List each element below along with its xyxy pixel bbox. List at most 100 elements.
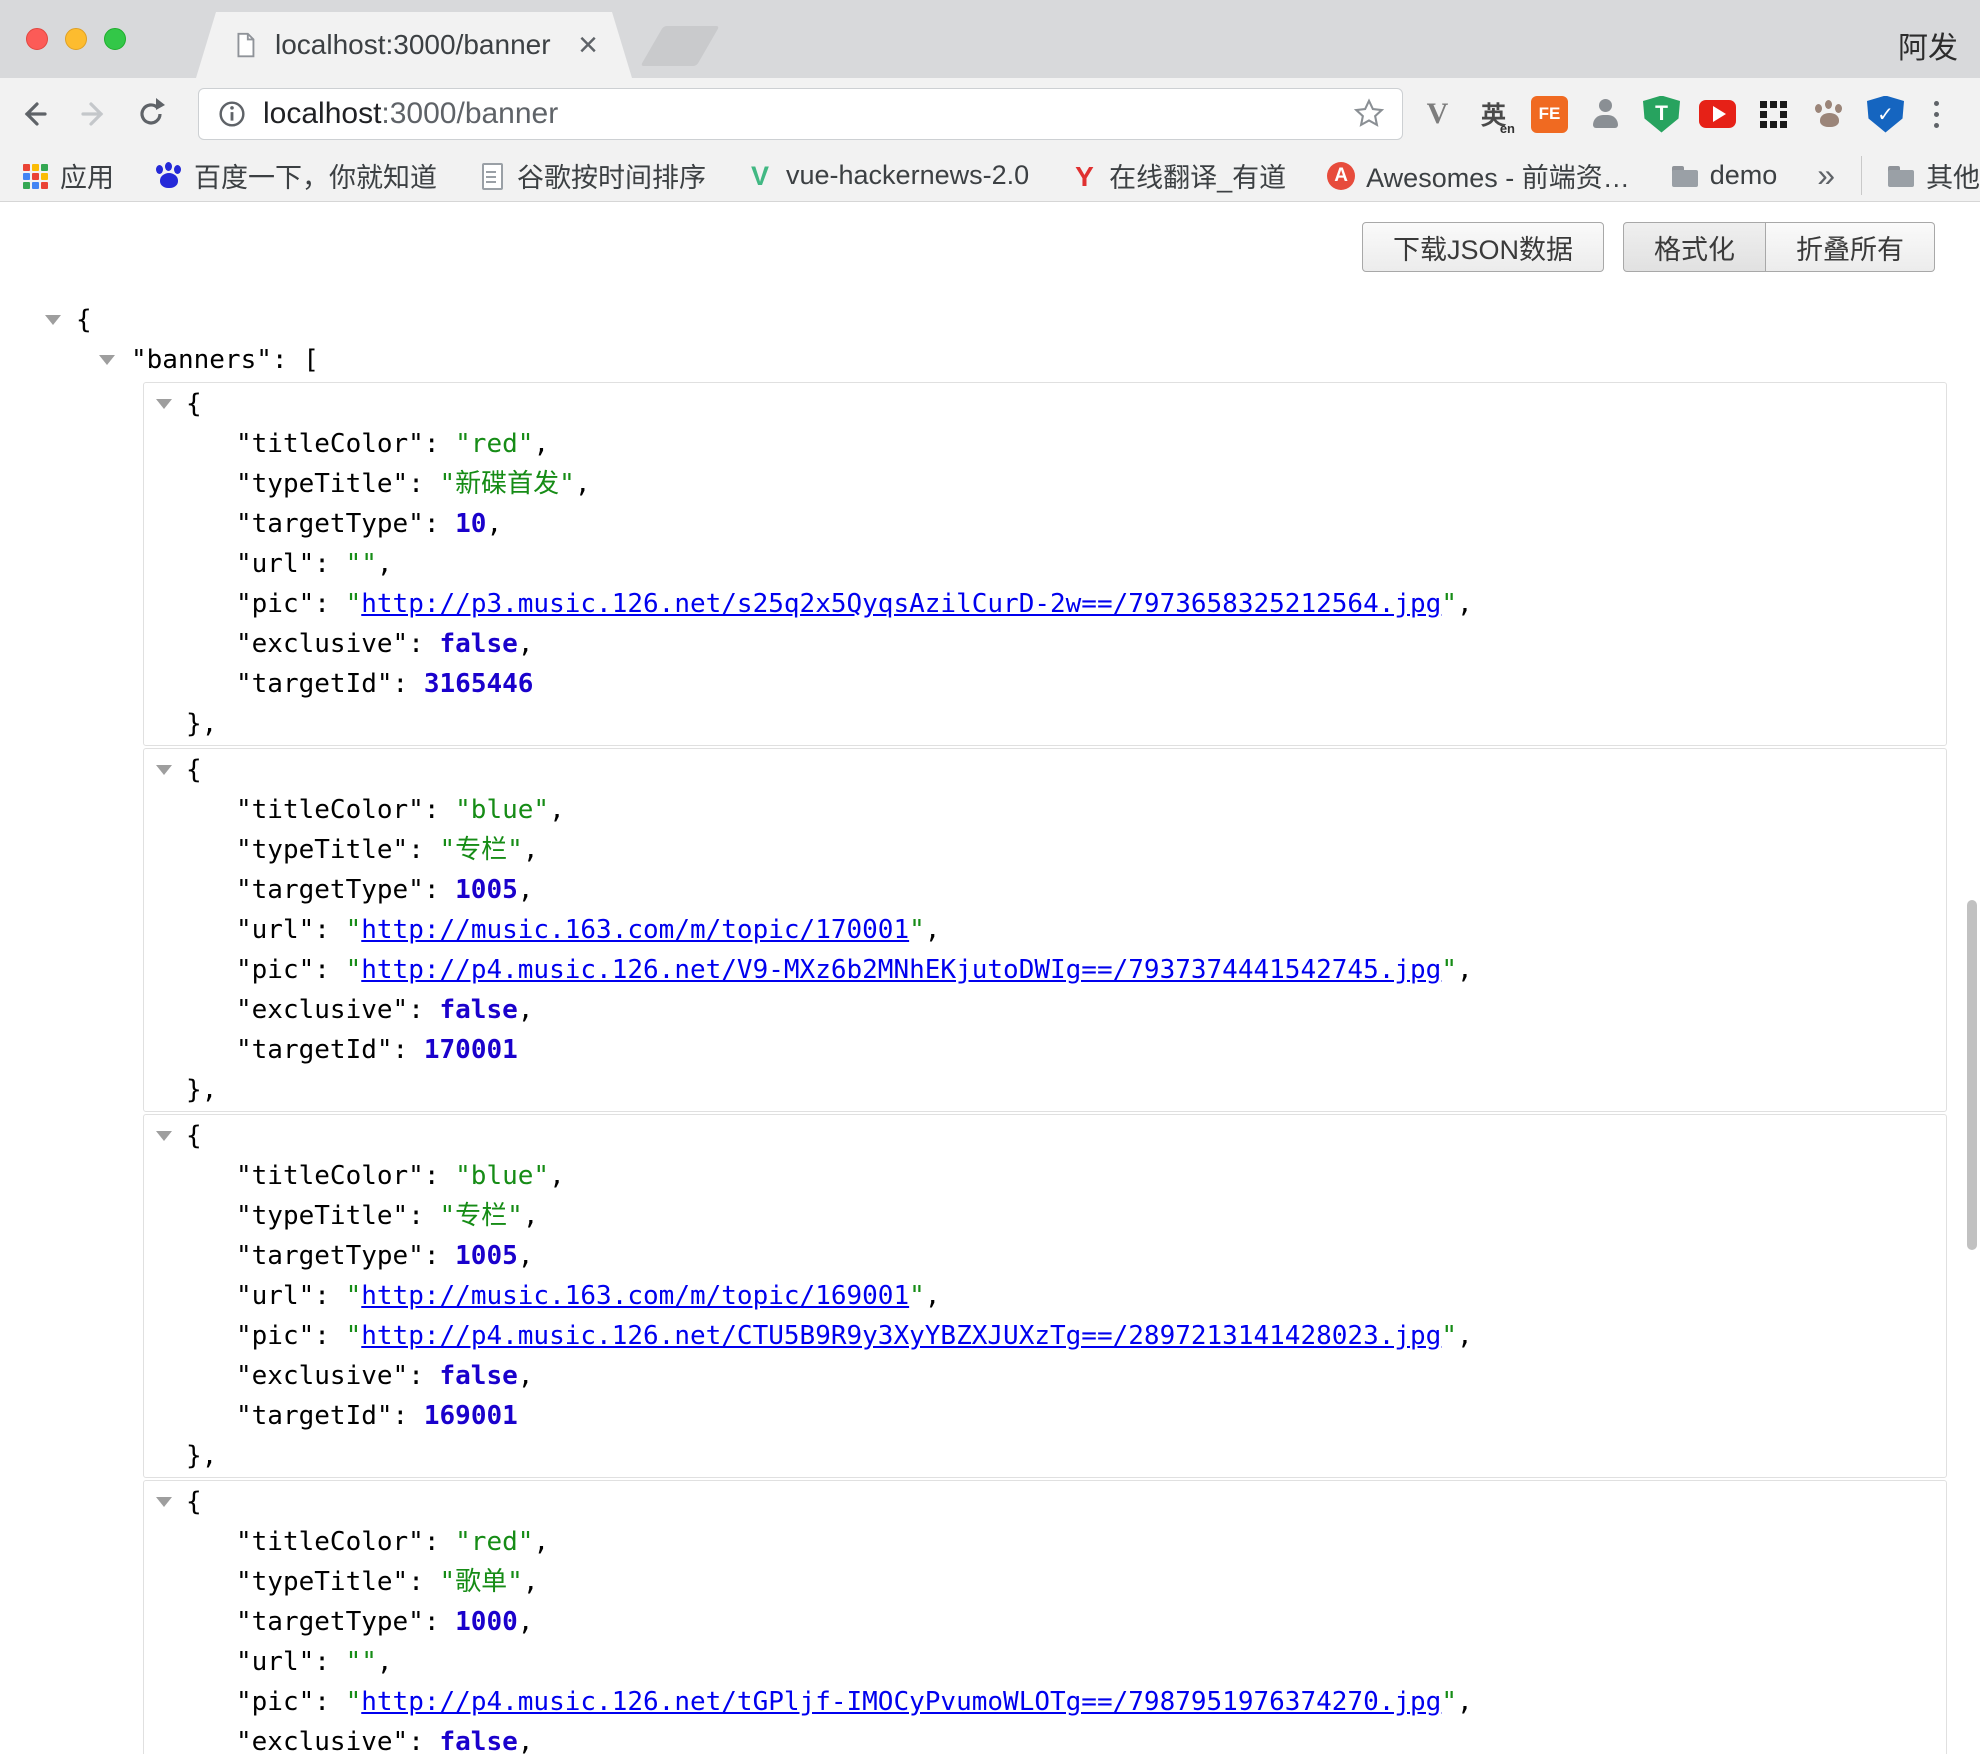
- json-url-link[interactable]: http://p4.music.126.net/CTU5B9R9y3XyYBZX…: [361, 1321, 1441, 1351]
- vimium-icon[interactable]: [1419, 96, 1456, 133]
- window-zoom-button[interactable]: [104, 28, 126, 50]
- json-punctuation: ,: [1457, 955, 1473, 985]
- json-key: "targetId": [236, 669, 393, 699]
- json-punctuation: :: [393, 669, 424, 699]
- new-tab-button[interactable]: [640, 26, 719, 66]
- bookmark-item[interactable]: 谷歌按时间排序: [477, 156, 706, 195]
- download-json-button[interactable]: 下载JSON数据: [1362, 222, 1604, 272]
- json-punctuation: :: [314, 1321, 345, 1351]
- en-translate-icon[interactable]: [1475, 96, 1512, 133]
- collapse-toggle-icon[interactable]: [45, 315, 61, 325]
- collapse-toggle-icon[interactable]: [156, 399, 172, 409]
- json-field-row: "typeTitle": "歌单",: [144, 1562, 1946, 1602]
- collapse-toggle-icon[interactable]: [156, 765, 172, 775]
- json-punctuation: :: [424, 1241, 455, 1271]
- json-url-link[interactable]: http://music.163.com/m/topic/169001: [361, 1281, 909, 1311]
- json-string-value: ": [1441, 1687, 1457, 1717]
- paw-icon[interactable]: [1811, 96, 1848, 133]
- reload-button[interactable]: [132, 95, 170, 133]
- window-close-button[interactable]: [26, 28, 48, 50]
- json-field-row: "targetId": 169001: [144, 1396, 1946, 1436]
- json-field-row: "targetType": 10,: [144, 504, 1946, 544]
- page-content: 下载JSON数据 格式化 折叠所有 {"banners": [{"titleCo…: [0, 202, 1980, 1754]
- json-punctuation: :: [393, 1035, 424, 1065]
- json-viewer-actions: 下载JSON数据 格式化 折叠所有: [1362, 222, 1935, 272]
- json-string-value: ": [346, 1321, 362, 1351]
- json-key: "titleColor": [236, 1527, 424, 1557]
- qrcode-icon[interactable]: [1755, 96, 1792, 133]
- json-key: "targetId": [236, 1401, 393, 1431]
- json-number-value: 10: [455, 509, 486, 539]
- json-punctuation: ,: [518, 629, 534, 659]
- bookmark-star-icon[interactable]: [1352, 97, 1386, 131]
- json-string-value: "blue": [455, 795, 549, 825]
- bookmark-item[interactable]: demo: [1670, 160, 1778, 191]
- back-button[interactable]: [16, 95, 54, 133]
- json-punctuation: :: [408, 1201, 439, 1231]
- bookmark-item[interactable]: vue-hackernews-2.0: [746, 160, 1029, 191]
- bookmark-item[interactable]: 在线翻译_有道: [1069, 156, 1286, 195]
- collapse-all-button[interactable]: 折叠所有: [1766, 222, 1935, 272]
- json-string-value: ": [346, 1281, 362, 1311]
- bookmark-item[interactable]: Awesomes - 前端资…: [1326, 156, 1630, 195]
- bookmark-item[interactable]: 应用: [20, 156, 114, 195]
- browser-tab[interactable]: localhost:3000/banner ×: [196, 12, 632, 78]
- bookmark-label: 应用: [60, 156, 114, 195]
- json-punctuation: :: [314, 955, 345, 985]
- collapse-toggle-icon[interactable]: [156, 1131, 172, 1141]
- json-boolean-value: false: [440, 1727, 518, 1754]
- json-key: "typeTitle": [236, 1201, 408, 1231]
- vertical-scrollbar-thumb[interactable]: [1967, 900, 1977, 1250]
- json-field-row: "exclusive": false,: [144, 1722, 1946, 1754]
- json-number-value: 1005: [455, 875, 518, 905]
- json-punctuation: },: [186, 709, 217, 739]
- json-punctuation: :: [314, 1647, 345, 1677]
- collapse-toggle-icon[interactable]: [156, 1497, 172, 1507]
- fe-icon[interactable]: [1531, 96, 1568, 133]
- json-url-link[interactable]: http://music.163.com/m/topic/170001: [361, 915, 909, 945]
- json-string-value: ": [909, 915, 925, 945]
- browser-menu-button[interactable]: [1920, 94, 1952, 134]
- json-punctuation: {: [76, 305, 92, 335]
- json-key: "exclusive": [236, 629, 408, 659]
- json-number-value: 1005: [455, 1241, 518, 1271]
- format-button[interactable]: 格式化: [1623, 222, 1766, 272]
- blue-shield-icon[interactable]: [1867, 96, 1904, 133]
- json-url-link[interactable]: http://p3.music.126.net/s25q2x5QyqsAzilC…: [361, 589, 1441, 619]
- page-info-icon[interactable]: [215, 97, 249, 131]
- json-punctuation: {: [186, 389, 202, 419]
- bookmark-item[interactable]: 百度一下，你就知道: [154, 156, 437, 195]
- json-field-row: "titleColor": "blue",: [144, 1156, 1946, 1196]
- json-boolean-value: false: [440, 995, 518, 1025]
- url-host: localhost: [263, 97, 381, 130]
- address-bar[interactable]: localhost:3000/banner: [198, 88, 1403, 140]
- json-punctuation: :: [408, 1361, 439, 1391]
- json-url-link[interactable]: http://p4.music.126.net/V9-MXz6b2MNhEKju…: [361, 955, 1441, 985]
- json-url-link[interactable]: http://p4.music.126.net/tGPljf-IMOCyPvum…: [361, 1687, 1441, 1717]
- tab-title: localhost:3000/banner: [275, 29, 568, 61]
- json-field-row: "url": "http://music.163.com/m/topic/170…: [144, 910, 1946, 950]
- json-key: "pic": [236, 1321, 314, 1351]
- tab-close-icon[interactable]: ×: [578, 30, 598, 60]
- json-object-open-line: {: [144, 1116, 1946, 1156]
- json-punctuation: ,: [925, 915, 941, 945]
- bookmarks-overflow-chevron[interactable]: »: [1817, 157, 1835, 194]
- youtube-icon[interactable]: [1699, 100, 1736, 128]
- forward-button[interactable]: [74, 95, 112, 133]
- other-bookmarks-button[interactable]: 其他书签: [1861, 156, 1980, 195]
- json-key: "targetId": [236, 1035, 393, 1065]
- json-key: "targetType": [236, 1241, 424, 1271]
- window-minimize-button[interactable]: [65, 28, 87, 50]
- json-punctuation: ,: [377, 549, 393, 579]
- json-punctuation: :: [424, 1161, 455, 1191]
- json-field-row: "typeTitle": "专栏",: [144, 1196, 1946, 1236]
- bookmark-label: 谷歌按时间排序: [517, 156, 706, 195]
- json-object-close-line: },: [144, 704, 1946, 744]
- json-key: "typeTitle": [236, 835, 408, 865]
- json-number-value: 1000: [455, 1607, 518, 1637]
- json-string-value: ": [1441, 589, 1457, 619]
- person-icon[interactable]: [1587, 96, 1624, 133]
- collapse-toggle-icon[interactable]: [99, 355, 115, 365]
- green-shield-icon[interactable]: [1643, 96, 1680, 133]
- json-punctuation: ,: [518, 1361, 534, 1391]
